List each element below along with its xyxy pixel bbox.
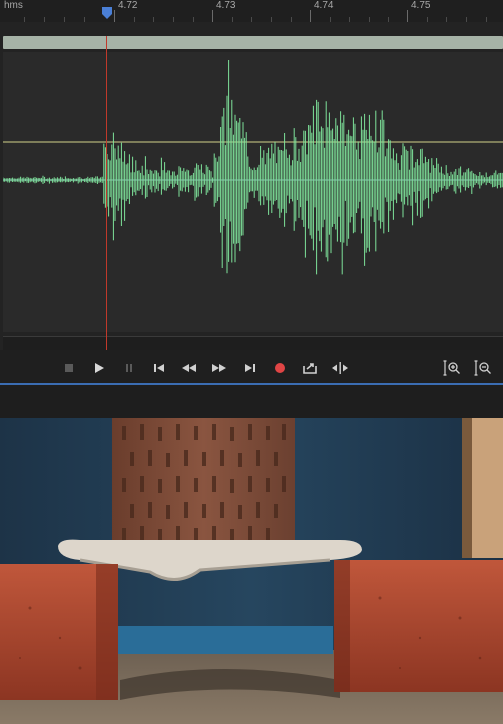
loop-export-button[interactable] bbox=[301, 359, 319, 377]
brick-bending-test-photo bbox=[0, 418, 503, 724]
lower-lane bbox=[3, 336, 503, 351]
go-to-end-icon bbox=[245, 364, 255, 372]
time-ruler[interactable]: hms 4.72 4.73 4.74 4.75 bbox=[0, 0, 503, 23]
transport-bar bbox=[0, 350, 503, 385]
clip-overview-bar[interactable] bbox=[3, 36, 503, 49]
stop-icon bbox=[65, 364, 73, 372]
audio-track bbox=[0, 22, 503, 351]
go-to-end-button[interactable] bbox=[241, 359, 259, 377]
photo-illustration bbox=[0, 418, 503, 724]
ruler-tick-label: 4.75 bbox=[411, 0, 431, 11]
playhead-handle-icon[interactable] bbox=[101, 6, 113, 20]
fast-forward-icon bbox=[212, 364, 226, 372]
fast-forward-button[interactable] bbox=[210, 359, 228, 377]
ruler-tick bbox=[114, 10, 115, 22]
go-to-start-icon bbox=[154, 364, 164, 372]
time-unit-label: hms bbox=[4, 0, 23, 11]
zoom-in-amplitude-button[interactable] bbox=[443, 359, 461, 377]
stop-button[interactable] bbox=[60, 359, 78, 377]
zoom-out-amplitude-button[interactable] bbox=[474, 359, 492, 377]
ruler-tick-label: 4.74 bbox=[314, 0, 334, 11]
zoom-in-amplitude-icon bbox=[443, 360, 460, 376]
rewind-button[interactable] bbox=[180, 359, 198, 377]
waveform bbox=[3, 60, 503, 275]
rewind-icon bbox=[182, 364, 196, 372]
ruler-tick bbox=[407, 10, 408, 22]
skip-selection-icon bbox=[332, 362, 348, 374]
waveform-area[interactable] bbox=[3, 52, 503, 332]
skip-selection-button[interactable] bbox=[331, 359, 349, 377]
pause-button[interactable] bbox=[120, 359, 138, 377]
play-icon bbox=[95, 363, 104, 373]
record-icon bbox=[275, 363, 285, 373]
pause-icon bbox=[126, 364, 132, 372]
ruler-tick-label: 4.73 bbox=[216, 0, 236, 11]
ruler-tick bbox=[212, 10, 213, 22]
loop-export-icon bbox=[303, 363, 317, 374]
zoom-out-amplitude-icon bbox=[474, 360, 491, 376]
record-button[interactable] bbox=[271, 359, 289, 377]
go-to-start-button[interactable] bbox=[150, 359, 168, 377]
ruler-tick bbox=[310, 10, 311, 22]
ruler-tick-label: 4.72 bbox=[118, 0, 138, 11]
play-button[interactable] bbox=[90, 359, 108, 377]
accent-rule bbox=[0, 383, 503, 385]
playhead[interactable] bbox=[106, 36, 107, 350]
audio-editor-window: hms 4.72 4.73 4.74 4.75 bbox=[0, 0, 503, 724]
